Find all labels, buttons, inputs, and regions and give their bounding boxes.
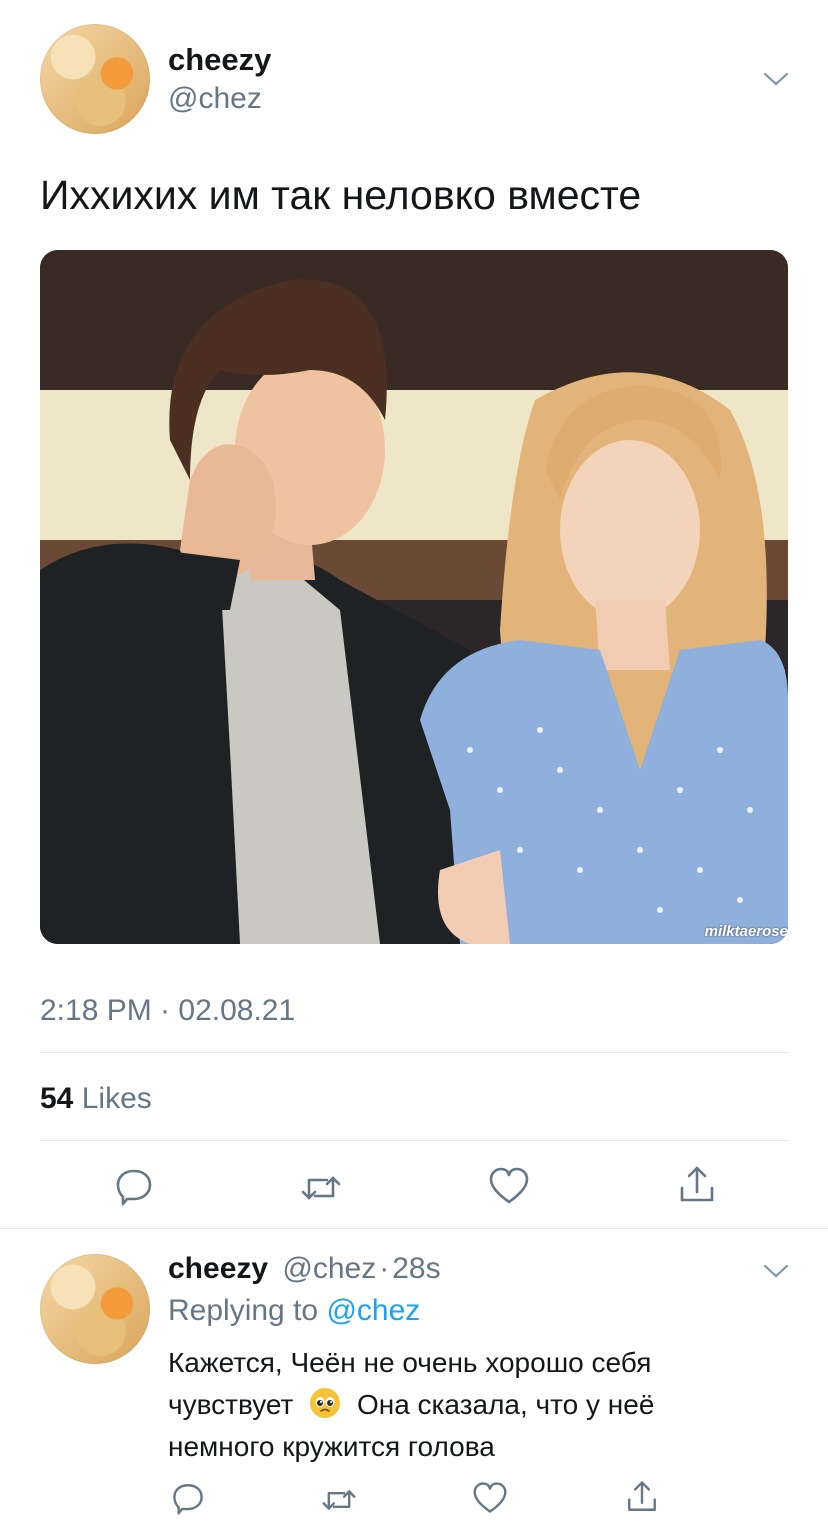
divider-bottom — [40, 1140, 788, 1141]
reply-share-icon[interactable] — [622, 1476, 662, 1518]
reply-text-line-1: Кажется, Чеён не очень хорошо себя — [168, 1347, 652, 1378]
more-chevron-down-icon[interactable] — [758, 64, 794, 94]
reply-text: Кажется, Чеён не очень хорошо себя чувст… — [168, 1342, 788, 1468]
tweet-timestamp[interactable]: 2:18 PM · 02.08.21 — [40, 994, 295, 1028]
reply-retweet-icon[interactable] — [318, 1480, 360, 1520]
reply-author-avatar[interactable] — [40, 1254, 150, 1364]
reply-icon[interactable] — [112, 1164, 156, 1208]
tweet-text: Иххихих им так неловко вместе — [40, 172, 642, 218]
likes-summary[interactable]: 54 Likes — [40, 1082, 152, 1116]
retweet-icon[interactable] — [298, 1166, 344, 1210]
replying-to-handle-link[interactable]: @chez — [326, 1294, 420, 1327]
pleading-face-emoji-icon — [309, 1387, 341, 1419]
reply-text-line-2: чувствует Она сказала, что у неё — [168, 1384, 788, 1426]
reply-author-handle[interactable]: @chez — [282, 1252, 376, 1285]
reply-reply-icon[interactable] — [168, 1478, 208, 1518]
replying-to: Replying to @chez — [168, 1294, 420, 1328]
likes-count: 54 — [40, 1082, 74, 1115]
reply-text-line-2b: Она сказала, что у неё — [356, 1389, 655, 1420]
thread-divider — [0, 1228, 828, 1229]
author-name[interactable]: cheezy — [168, 42, 271, 78]
share-icon[interactable] — [674, 1162, 720, 1208]
reply-time[interactable]: 28s — [392, 1252, 440, 1285]
image-watermark: milktaerose — [704, 923, 788, 940]
author-handle[interactable]: @chez — [168, 82, 262, 116]
reply-author-name[interactable]: cheezy — [168, 1252, 268, 1285]
tweet-photo[interactable]: milktaerose — [40, 250, 788, 944]
author-avatar[interactable] — [40, 24, 150, 134]
reply-text-line-2a: чувствует — [168, 1389, 294, 1420]
reply-text-line-3: немного кружится голова — [168, 1431, 495, 1462]
reply-like-heart-icon[interactable] — [470, 1478, 510, 1518]
reply-time-separator: · — [379, 1252, 390, 1285]
reply-header: cheezy @chez · 28s — [168, 1252, 441, 1286]
likes-label: Likes — [81, 1082, 152, 1115]
replying-to-label: Replying to — [168, 1294, 319, 1327]
photo-illustration — [40, 250, 788, 944]
like-heart-icon[interactable] — [486, 1164, 532, 1208]
divider-top — [40, 1052, 788, 1053]
reply-more-chevron-down-icon[interactable] — [758, 1256, 794, 1286]
